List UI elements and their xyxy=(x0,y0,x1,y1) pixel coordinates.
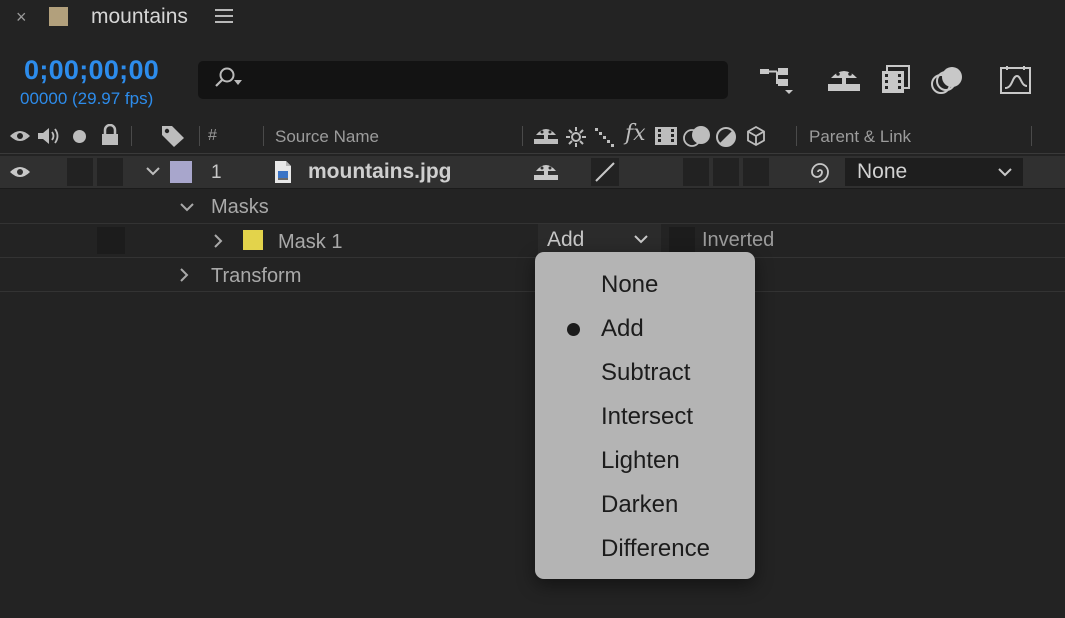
mask-color-swatch[interactable] xyxy=(243,230,263,250)
motion-blur-switch[interactable] xyxy=(683,158,709,186)
composition-tab-title[interactable]: mountains xyxy=(91,5,188,29)
close-tab-icon[interactable]: × xyxy=(16,7,27,28)
frame-blending-icon[interactable] xyxy=(878,64,916,96)
quality-switch-header-icon xyxy=(594,126,618,148)
menu-item-subtract[interactable]: Subtract xyxy=(601,359,690,387)
mask-lock-toggle[interactable] xyxy=(97,227,125,254)
layer-visibility-eye-icon[interactable] xyxy=(9,164,31,180)
column-separator xyxy=(263,126,264,146)
layer-number: 1 xyxy=(211,162,222,183)
shy-switch-icon[interactable] xyxy=(533,160,559,182)
composition-flowchart-icon[interactable] xyxy=(757,64,795,96)
motion-blur-switch-header-icon xyxy=(683,124,713,148)
parent-dropdown-chevron-icon[interactable] xyxy=(997,167,1013,177)
layer-lock-toggle[interactable] xyxy=(97,158,123,186)
shy-switch-header-icon xyxy=(533,124,559,146)
transform-group-label[interactable]: Transform xyxy=(211,265,301,288)
menu-item-none[interactable]: None xyxy=(601,271,658,299)
menu-item-lighten[interactable]: Lighten xyxy=(601,447,680,475)
selected-bullet-icon xyxy=(567,323,580,336)
adjustment-layer-switch[interactable] xyxy=(713,158,739,186)
menu-item-add[interactable]: Add xyxy=(601,315,644,343)
frame-count-display: 00000 (29.97 fps) xyxy=(20,89,154,108)
menu-item-difference[interactable]: Difference xyxy=(601,535,710,563)
draft-3d-icon[interactable] xyxy=(825,64,863,96)
parent-link-header[interactable]: Parent & Link xyxy=(809,127,911,147)
row-divider xyxy=(0,223,1065,224)
column-separator xyxy=(796,126,797,146)
image-file-icon xyxy=(274,160,292,184)
motion-blur-icon[interactable] xyxy=(929,64,967,96)
composition-color-swatch xyxy=(49,7,68,26)
lock-header-icon xyxy=(100,124,120,146)
menu-item-darken[interactable]: Darken xyxy=(601,491,678,519)
masks-group-label[interactable]: Masks xyxy=(211,196,269,219)
column-separator xyxy=(1031,126,1032,146)
masks-expand-chevron-icon[interactable] xyxy=(179,202,195,212)
pick-whip-icon[interactable] xyxy=(807,160,833,184)
source-name-header[interactable]: Source Name xyxy=(275,127,379,147)
quality-switch[interactable] xyxy=(591,158,619,186)
audio-header-icon xyxy=(36,126,62,146)
adjustment-layer-header-icon xyxy=(715,126,737,148)
label-tag-header-icon xyxy=(160,124,186,148)
menu-item-intersect[interactable]: Intersect xyxy=(601,403,693,431)
3d-layer-switch[interactable] xyxy=(743,158,769,186)
3d-layer-header-icon xyxy=(745,125,767,147)
layer-expand-chevron-icon[interactable] xyxy=(145,166,161,176)
current-time-display[interactable]: 0;00;00;00 xyxy=(24,55,159,86)
parent-value: None xyxy=(857,160,908,183)
frame-blend-switch-header-icon xyxy=(653,125,679,147)
mask1-expand-chevron-icon[interactable] xyxy=(213,233,223,249)
row-divider xyxy=(0,257,1065,258)
column-separator xyxy=(522,126,523,146)
search-input[interactable] xyxy=(250,64,720,96)
row-divider xyxy=(0,291,1065,292)
mask-name[interactable]: Mask 1 xyxy=(278,231,342,254)
layer-source-name[interactable]: mountains.jpg xyxy=(308,160,452,184)
search-icon[interactable] xyxy=(210,66,244,92)
mask-inverted-checkbox[interactable] xyxy=(669,227,695,253)
layer-number-header[interactable]: # xyxy=(208,127,217,145)
mask-mode-value: Add xyxy=(547,228,585,251)
mask-mode-chevron-icon[interactable] xyxy=(633,234,649,244)
effects-switch-header: fx xyxy=(625,121,646,146)
panel-menu-icon[interactable] xyxy=(215,9,233,25)
column-separator xyxy=(199,126,200,146)
mask-inverted-label: Inverted xyxy=(702,229,775,251)
graph-editor-icon[interactable] xyxy=(997,64,1035,96)
collapse-switch-header-icon xyxy=(565,126,587,148)
transform-expand-chevron-icon[interactable] xyxy=(179,267,189,283)
layer-solo-toggle[interactable] xyxy=(67,158,93,186)
video-visibility-header-icon xyxy=(9,128,31,144)
solo-header-icon xyxy=(73,130,86,143)
column-separator xyxy=(131,126,132,146)
layer-label-color-swatch[interactable] xyxy=(170,161,192,183)
